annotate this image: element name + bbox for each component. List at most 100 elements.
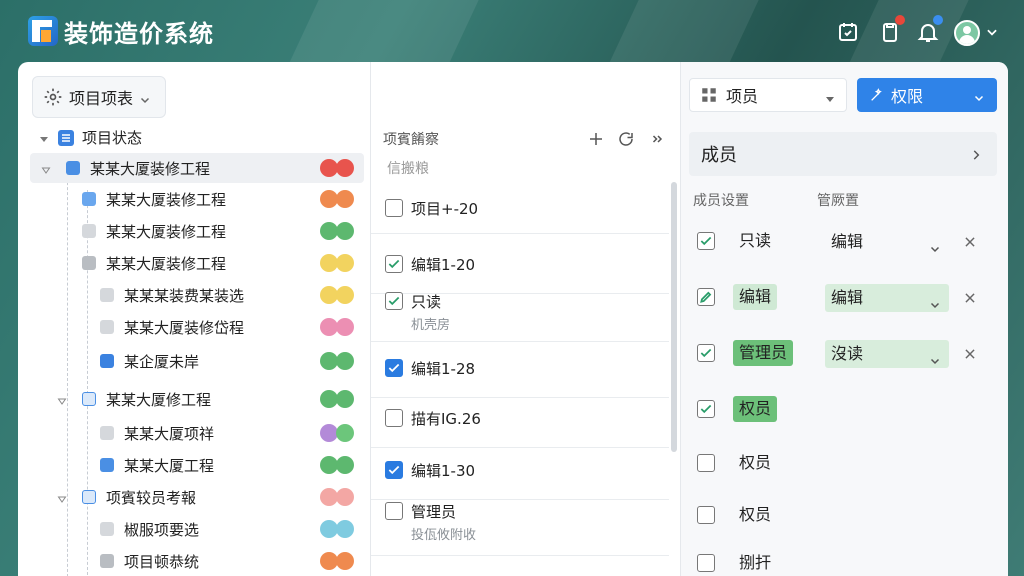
checkbox[interactable] bbox=[385, 502, 403, 520]
star-icon bbox=[100, 354, 114, 368]
checkbox[interactable] bbox=[385, 359, 403, 377]
close-icon[interactable] bbox=[963, 290, 977, 304]
clipboard-icon[interactable] bbox=[878, 15, 905, 44]
role-label: 捌扞 bbox=[739, 553, 772, 572]
role-label: 管理员 bbox=[733, 340, 794, 366]
checkbox[interactable] bbox=[385, 292, 403, 310]
tree-item[interactable]: 某某大厦装修工程 bbox=[30, 184, 364, 214]
checkbox[interactable] bbox=[697, 506, 715, 524]
checkbox[interactable] bbox=[385, 199, 403, 217]
avatar[interactable] bbox=[954, 20, 980, 46]
project-list-label: 项目项表 bbox=[69, 89, 134, 108]
caret-down-icon[interactable] bbox=[38, 131, 50, 143]
checkbox[interactable] bbox=[697, 288, 715, 306]
permission-row[interactable]: 权员 bbox=[689, 440, 997, 486]
tree-item[interactable]: 某某大厦项祥 bbox=[30, 418, 364, 448]
checkbox[interactable] bbox=[697, 454, 715, 472]
caret-down-icon bbox=[824, 90, 836, 102]
close-icon[interactable] bbox=[963, 346, 977, 360]
role-label: 编辑 bbox=[733, 284, 778, 310]
checkbox[interactable] bbox=[697, 232, 715, 250]
caret-down-icon[interactable] bbox=[40, 162, 52, 174]
tree-item[interactable]: 某某大厦装修工程 bbox=[30, 216, 364, 246]
checkbox[interactable] bbox=[385, 409, 403, 427]
list-item[interactable]: 只读 机壳房 bbox=[371, 280, 669, 342]
role-select[interactable]: 编辑 bbox=[825, 284, 949, 312]
status-dots bbox=[320, 254, 354, 272]
role-label: 只读 bbox=[739, 231, 772, 250]
member-select[interactable]: 项员 bbox=[689, 78, 847, 112]
chevron-down-icon bbox=[973, 89, 985, 102]
tree-item[interactable]: 某某大厦装修工程 bbox=[30, 153, 364, 183]
permission-row[interactable]: 管理员 沒读 bbox=[689, 330, 997, 376]
list-item-label: 项目+-20 bbox=[411, 200, 479, 218]
tree-item[interactable]: 某某大厦装修岱程 bbox=[30, 312, 364, 342]
project-tree-panel: 项目项表 项目状态 某某大厦装修工程 某某大厦装修工程 某某大厦装修工程 某某大厦装修… bbox=[30, 62, 374, 576]
tree-item[interactable]: 某企厦未岸 bbox=[30, 346, 364, 376]
tree-item-label: 某某大厦装修工程 bbox=[106, 255, 227, 273]
calendar-icon[interactable] bbox=[836, 20, 860, 44]
permission-row[interactable]: 权员 bbox=[689, 386, 997, 432]
members-panel: 项员 权限 成员 成员设置 管厥置 只读 编辑 编辑 编辑 管理员 沒读 权员 权员 权员 捌扞 bbox=[680, 62, 1008, 576]
list-item-label: 只读 bbox=[411, 293, 442, 311]
tree-item[interactable]: 椒服项要选 bbox=[30, 514, 364, 544]
members-title: 成员 bbox=[701, 145, 737, 166]
permission-button-label: 权限 bbox=[891, 87, 924, 106]
status-dots bbox=[320, 286, 354, 304]
list-item-label: 管理员 bbox=[411, 503, 457, 521]
caret-down-icon[interactable] bbox=[56, 393, 68, 405]
status-dots bbox=[320, 222, 354, 240]
tree-item[interactable]: 某某某装费某装选 bbox=[30, 280, 364, 310]
project-list-select[interactable]: 项目项表 bbox=[32, 76, 166, 118]
permission-button[interactable]: 权限 bbox=[857, 78, 997, 112]
members-header[interactable]: 成员 bbox=[689, 132, 997, 176]
role-select[interactable]: 编辑 bbox=[825, 228, 949, 256]
refresh-icon[interactable] bbox=[617, 130, 635, 148]
chevron-down-icon[interactable] bbox=[985, 24, 999, 38]
tree-item[interactable]: 项賓较员考報 bbox=[30, 482, 364, 512]
checkbox[interactable] bbox=[385, 461, 403, 479]
chevron-right-icon[interactable] bbox=[649, 130, 667, 148]
tree-item[interactable]: 某某大厦修工程 bbox=[30, 384, 364, 414]
list-item-label: 编辑1-28 bbox=[411, 360, 476, 378]
status-dots bbox=[320, 318, 354, 336]
list-item-label: 描有IG.26 bbox=[411, 410, 481, 428]
chevron-down-icon bbox=[929, 236, 941, 253]
tree-item-label: 某企厦未岸 bbox=[124, 353, 200, 371]
scrollbar[interactable] bbox=[671, 182, 677, 452]
tree-item[interactable]: 某某大厦装修工程 bbox=[30, 248, 364, 278]
main-panel: 项目项表 项目状态 某某大厦装修工程 某某大厦装修工程 某某大厦装修工程 某某大厦装修… bbox=[18, 62, 1008, 576]
tree-root-label: 项目状态 bbox=[82, 129, 143, 147]
role-select[interactable]: 沒读 bbox=[825, 340, 949, 368]
tree-item[interactable]: 某某大厦工程 bbox=[30, 450, 364, 480]
permission-items-panel: 项賓餚察 信搬粮 项目+-20 编辑1-20 只读 机壳房 编辑1-28 描有IG.26 编… bbox=[370, 62, 680, 576]
checkbox[interactable] bbox=[697, 554, 715, 572]
tree-item[interactable]: 项目顿恭统 bbox=[30, 546, 364, 576]
list-subheader: 信搬粮 bbox=[387, 161, 429, 177]
status-dots bbox=[320, 552, 354, 570]
checkbox[interactable] bbox=[697, 400, 715, 418]
folder-icon bbox=[100, 522, 114, 536]
permission-row[interactable]: 权员 bbox=[689, 492, 997, 538]
status-dots bbox=[320, 352, 354, 370]
list-item-label: 编辑1-20 bbox=[411, 256, 476, 274]
member-select-label: 项员 bbox=[726, 87, 759, 106]
folder-icon bbox=[100, 426, 114, 440]
folder-icon bbox=[66, 161, 80, 175]
list-item[interactable]: 管理员 投佤攸附收 bbox=[371, 490, 669, 556]
caret-down-icon[interactable] bbox=[56, 491, 68, 503]
permission-row[interactable]: 只读 编辑 bbox=[689, 218, 997, 264]
plus-icon[interactable] bbox=[587, 130, 605, 148]
tree-item-label: 某某大厦工程 bbox=[124, 457, 215, 475]
permission-row[interactable]: 捌扞 bbox=[689, 540, 997, 576]
tree-root[interactable]: 项目状态 bbox=[30, 122, 364, 152]
permission-row[interactable]: 编辑 编辑 bbox=[689, 274, 997, 320]
list-item[interactable]: 项目+-20 bbox=[371, 182, 669, 234]
bell-icon[interactable] bbox=[916, 15, 943, 44]
notification-dot bbox=[933, 15, 943, 25]
checkbox[interactable] bbox=[385, 255, 403, 273]
close-icon[interactable] bbox=[963, 234, 977, 248]
checkbox[interactable] bbox=[697, 344, 715, 362]
status-dots bbox=[320, 159, 354, 177]
list-item[interactable]: 描有IG.26 bbox=[371, 388, 669, 448]
